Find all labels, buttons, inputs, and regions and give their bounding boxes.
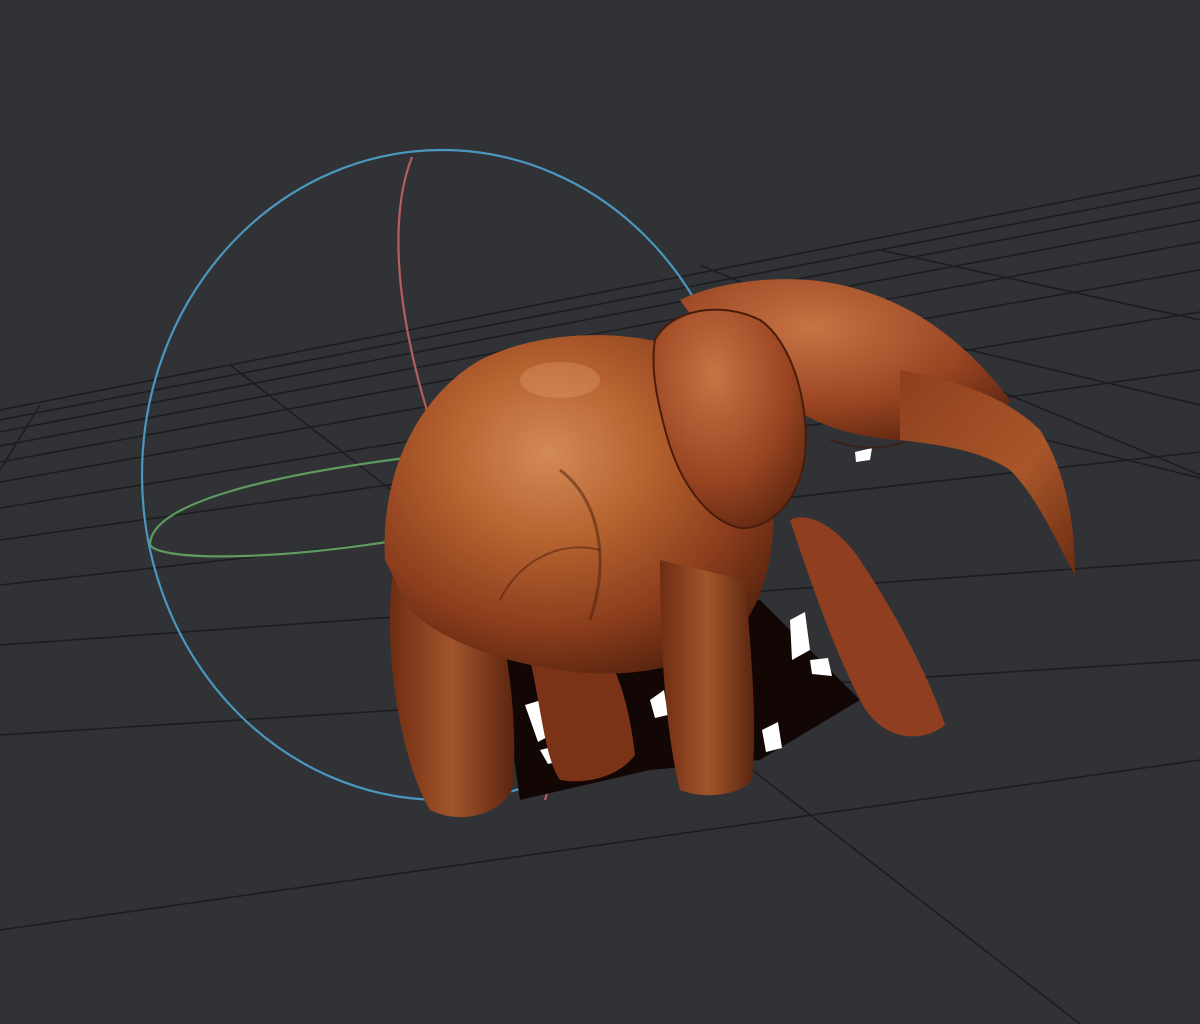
3d-viewport[interactable]: [0, 0, 1200, 1024]
viewport-canvas[interactable]: [0, 0, 1200, 1024]
